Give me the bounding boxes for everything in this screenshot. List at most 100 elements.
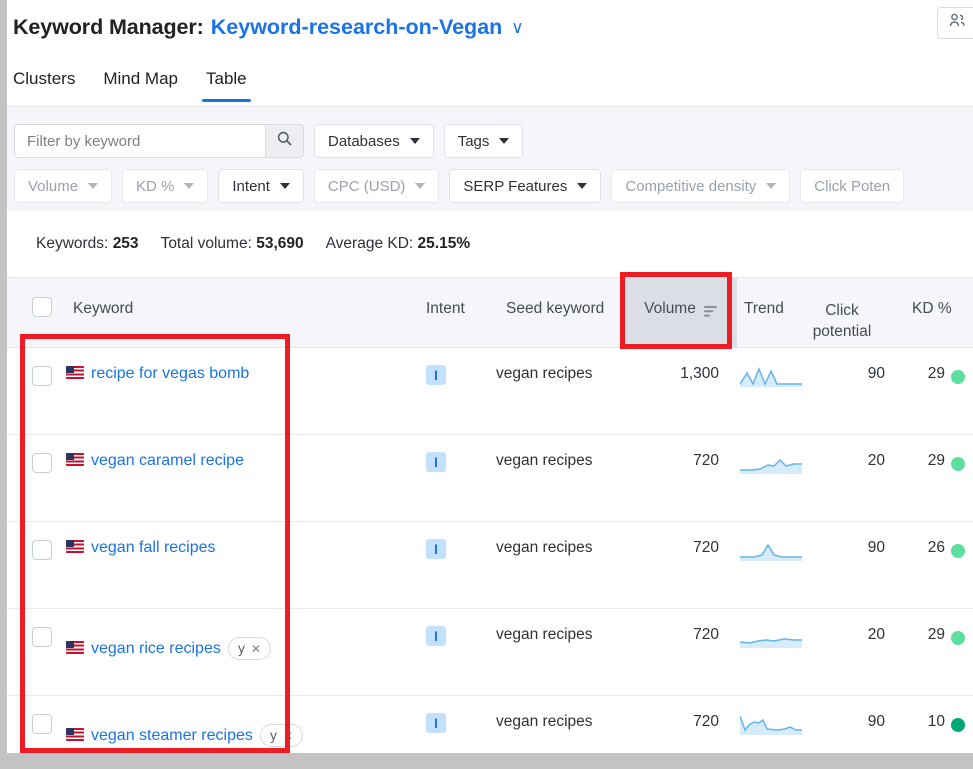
us-flag-icon: [66, 453, 84, 466]
table-row: vegan caramel recipe I vegan recipes 720…: [7, 435, 973, 522]
keyword-manager-app: Keyword Manager: Keyword-research-on-Veg…: [0, 0, 973, 769]
row-kd: 10: [927, 713, 945, 730]
kd-difficulty-dot: [951, 370, 965, 384]
keyword-link[interactable]: vegan rice recipes: [91, 640, 221, 657]
chevron-down-icon: [88, 183, 99, 189]
row-keyword-cell: vegan fall recipes: [66, 539, 216, 557]
row-checkbox[interactable]: [32, 627, 52, 647]
filter-kd[interactable]: KD %: [122, 169, 209, 203]
row-checkbox[interactable]: [32, 366, 52, 386]
column-header-keyword[interactable]: Keyword: [73, 300, 133, 318]
row-volume: 720: [693, 539, 719, 556]
column-header-seed-keyword[interactable]: Seed keyword: [506, 300, 604, 318]
share-button[interactable]: S: [937, 7, 973, 39]
stat-total-volume-value: 53,690: [256, 235, 304, 252]
filter-databases-label: Databases: [328, 132, 400, 150]
project-name-link[interactable]: Keyword-research-on-Vegan: [211, 15, 503, 40]
column-header-click-potential[interactable]: Click potential: [797, 300, 887, 342]
keyword-link[interactable]: vegan steamer recipes: [91, 727, 253, 744]
table-row: vegan steamer recipes y ✕ I vegan recipe…: [7, 696, 973, 753]
column-header-trend[interactable]: Trend: [744, 300, 784, 318]
row-volume: 720: [693, 713, 719, 730]
keyword-filter-search-box[interactable]: [14, 124, 304, 158]
row-intent-cell: I: [426, 626, 482, 646]
chevron-down-icon: [577, 183, 588, 189]
filter-volume-label: Volume: [28, 177, 79, 195]
filter-databases[interactable]: Databases: [314, 124, 434, 158]
app-header: Keyword Manager: Keyword-research-on-Veg…: [7, 0, 973, 55]
filter-cpc-label: CPC (USD): [327, 177, 406, 195]
kd-difficulty-dot: [951, 544, 965, 558]
table-row: vegan fall recipes I vegan recipes 720 9…: [7, 522, 973, 609]
filter-serp-features[interactable]: SERP Features: [449, 169, 602, 203]
column-header-kd[interactable]: KD %: [912, 300, 952, 318]
row-click-potential: 20: [867, 626, 885, 643]
table-header-row: Keyword Intent Seed keyword Volume Trend…: [7, 277, 973, 348]
table-row: vegan rice recipes y ✕ I vegan recipes 7…: [7, 609, 973, 696]
chevron-down-icon: [279, 183, 290, 189]
remove-tag-icon[interactable]: ✕: [283, 729, 293, 743]
tab-table[interactable]: Table: [202, 65, 251, 102]
row-volume: 1,300: [680, 365, 719, 382]
kd-difficulty-dot: [951, 457, 965, 471]
column-header-volume[interactable]: Volume: [625, 278, 737, 347]
intent-badge[interactable]: I: [426, 539, 446, 559]
filter-tags[interactable]: Tags: [443, 124, 524, 158]
intent-badge[interactable]: I: [426, 713, 446, 733]
page-bottom-gutter: [0, 753, 973, 769]
row-kd: 26: [927, 539, 945, 556]
row-seed-keyword: vegan recipes: [496, 626, 593, 643]
keyword-link[interactable]: vegan caramel recipe: [91, 452, 244, 469]
us-flag-icon: [66, 540, 84, 553]
search-input[interactable]: [15, 125, 265, 157]
row-checkbox-cell: [32, 714, 52, 734]
filter-tags-label: Tags: [457, 132, 490, 150]
chevron-down-icon: [409, 138, 420, 144]
page-title: Keyword Manager:: [13, 15, 204, 39]
sort-descending-icon: [703, 304, 718, 322]
intent-badge[interactable]: I: [426, 626, 446, 646]
kd-difficulty-dot: [951, 718, 965, 732]
row-seed-keyword: vegan recipes: [496, 452, 593, 469]
table-row: recipe for vegas bomb I vegan recipes 1,…: [7, 348, 973, 435]
intent-badge[interactable]: I: [426, 452, 446, 472]
row-volume: 720: [693, 452, 719, 469]
row-seed-keyword: vegan recipes: [496, 539, 593, 556]
filter-click-potential[interactable]: Click Poten: [800, 169, 905, 203]
filter-volume[interactable]: Volume: [14, 169, 113, 203]
remove-tag-icon[interactable]: ✕: [251, 642, 261, 656]
filter-row-primary: Databases Tags: [14, 124, 973, 158]
row-checkbox[interactable]: [32, 453, 52, 473]
row-seed-keyword: vegan recipes: [496, 713, 593, 730]
row-intent-cell: I: [426, 452, 482, 472]
keyword-tag-chip[interactable]: y ✕: [260, 724, 303, 747]
stat-keywords: Keywords: 253: [36, 235, 139, 253]
keyword-tag-chip[interactable]: y ✕: [228, 637, 271, 660]
intent-badge[interactable]: I: [426, 365, 446, 385]
tab-clusters[interactable]: Clusters: [13, 65, 75, 102]
row-checkbox[interactable]: [32, 540, 52, 560]
row-intent-cell: I: [426, 365, 482, 385]
stat-average-kd-value: 25.15%: [417, 235, 471, 252]
row-keyword-cell: vegan caramel recipe: [66, 452, 244, 470]
row-kd: 29: [927, 452, 945, 469]
us-flag-icon: [66, 366, 84, 379]
tab-mind-map[interactable]: Mind Map: [103, 65, 178, 102]
filter-intent[interactable]: Intent: [218, 169, 304, 203]
kd-difficulty-dot: [951, 631, 965, 645]
stat-total-volume-label: Total volume:: [160, 235, 252, 252]
column-header-intent[interactable]: Intent: [426, 300, 482, 318]
keyword-tag-label: y: [238, 641, 245, 656]
row-checkbox-cell: [32, 540, 52, 560]
us-flag-icon: [66, 728, 84, 741]
row-checkbox[interactable]: [32, 714, 52, 734]
chevron-down-icon[interactable]: ∨: [511, 18, 523, 38]
keyword-link[interactable]: vegan fall recipes: [91, 539, 216, 556]
row-intent-cell: I: [426, 713, 482, 733]
keyword-link[interactable]: recipe for vegas bomb: [91, 365, 249, 382]
search-button[interactable]: [265, 125, 303, 157]
filter-cpc[interactable]: CPC (USD): [313, 169, 440, 203]
filter-competitive-density[interactable]: Competitive density: [611, 169, 791, 203]
select-all-checkbox[interactable]: [32, 297, 52, 317]
stat-keywords-value: 253: [112, 235, 139, 252]
